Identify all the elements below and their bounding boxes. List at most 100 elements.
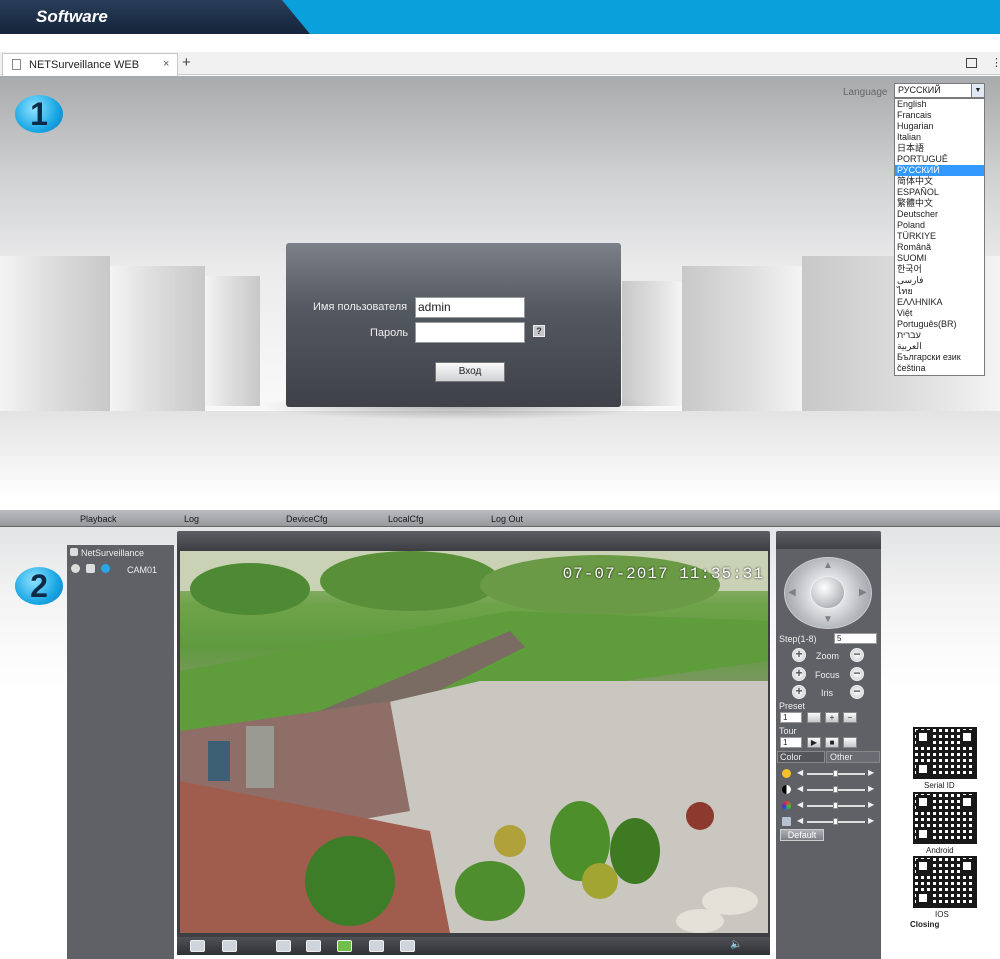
language-label: Language: [843, 87, 888, 98]
menu-icon[interactable]: ⋮: [991, 56, 1000, 69]
iris-plus-button[interactable]: +: [792, 685, 806, 699]
new-tab-button[interactable]: +: [182, 54, 191, 71]
language-option[interactable]: TÜRKIYE: [895, 231, 984, 242]
username-input[interactable]: admin: [415, 297, 525, 318]
preset-add-button[interactable]: +: [825, 712, 839, 723]
iris-label: Iris: [821, 688, 833, 698]
camera-item[interactable]: CAM01: [127, 565, 157, 575]
language-option[interactable]: ESPAÑOL: [895, 187, 984, 198]
default-button[interactable]: Default: [780, 829, 824, 841]
language-option[interactable]: ไทย: [895, 286, 984, 297]
zoom-out-button[interactable]: −: [850, 648, 864, 662]
contrast-icon: [782, 785, 791, 794]
slider-left-arrow[interactable]: ◀: [797, 800, 803, 809]
language-option[interactable]: Română: [895, 242, 984, 253]
language-option[interactable]: Български език: [895, 352, 984, 363]
step-select[interactable]: 5: [834, 633, 877, 644]
previous-icon[interactable]: [276, 940, 291, 952]
menu-devicecfg[interactable]: DeviceCfg: [286, 514, 328, 524]
close-icon[interactable]: ×: [163, 58, 169, 70]
language-option[interactable]: Poland: [895, 220, 984, 231]
language-option[interactable]: العربية: [895, 341, 984, 352]
slider-knob[interactable]: [833, 818, 838, 825]
login-button[interactable]: Вход: [435, 362, 505, 382]
iris-minus-button[interactable]: −: [850, 685, 864, 699]
contrast-slider[interactable]: [807, 786, 865, 793]
menu-logout[interactable]: Log Out: [491, 514, 523, 524]
arrow-left-icon[interactable]: ◀: [788, 587, 796, 598]
menu-log[interactable]: Log: [184, 514, 199, 524]
language-option[interactable]: 繁體中文: [895, 198, 984, 209]
preset-input[interactable]: 1: [780, 712, 802, 723]
slider-knob[interactable]: [833, 802, 838, 809]
browser-tab[interactable]: NETSurveillance WEB ×: [2, 53, 178, 76]
language-option[interactable]: فارسی: [895, 275, 984, 286]
stream-icon[interactable]: [86, 564, 96, 573]
language-option[interactable]: Deutscher: [895, 209, 984, 220]
hue-slider[interactable]: [807, 818, 865, 825]
wall-left-1: [0, 256, 110, 416]
speaker-icon[interactable]: 🔈: [730, 939, 742, 950]
language-option[interactable]: Francais: [895, 110, 984, 121]
language-option[interactable]: 日本語: [895, 143, 984, 154]
focus-minus-button[interactable]: −: [850, 667, 864, 681]
record-icon[interactable]: [306, 940, 321, 952]
saturation-slider[interactable]: [807, 802, 865, 809]
language-option[interactable]: עברית: [895, 330, 984, 341]
language-option[interactable]: Hugarian: [895, 121, 984, 132]
slider-right-arrow[interactable]: ▶: [868, 800, 874, 809]
preset-goto-icon[interactable]: [807, 712, 821, 723]
language-option[interactable]: čeština: [895, 363, 984, 374]
slider-left-arrow[interactable]: ◀: [797, 816, 803, 825]
tour-input[interactable]: 1: [780, 737, 802, 748]
tour-stop-button[interactable]: ■: [825, 737, 839, 748]
ptz-center-button[interactable]: [810, 576, 845, 609]
language-option[interactable]: ΕΛΛΗΝΙΚΑ: [895, 297, 984, 308]
fullscreen-icon[interactable]: [190, 940, 205, 952]
password-input[interactable]: [415, 322, 525, 343]
brightness-slider[interactable]: [807, 770, 865, 777]
language-option[interactable]: PORTUGUÊ: [895, 154, 984, 165]
arrow-up-icon[interactable]: ▲: [823, 560, 833, 571]
language-option[interactable]: SUOMI: [895, 253, 984, 264]
language-dropdown-list[interactable]: English Francais Hugarian Italian 日本語 PO…: [894, 98, 985, 376]
language-option[interactable]: 한국어: [895, 264, 984, 275]
play-icon[interactable]: [101, 564, 111, 573]
camera-video-feed[interactable]: 07-07-2017 11:35:31: [180, 551, 768, 933]
snapshot-icon[interactable]: [337, 940, 352, 952]
slider-left-arrow[interactable]: ◀: [797, 784, 803, 793]
split-screen-icon[interactable]: [222, 940, 237, 952]
tour-play-button[interactable]: ▶: [807, 737, 821, 748]
menu-localcfg[interactable]: LocalCfg: [388, 514, 424, 524]
tree-root[interactable]: NetSurveillance: [70, 548, 144, 558]
zoom-in-button[interactable]: +: [792, 648, 806, 662]
next-icon[interactable]: [369, 940, 384, 952]
language-option[interactable]: Português(BR): [895, 319, 984, 330]
window-icon[interactable]: [966, 58, 977, 68]
language-option[interactable]: 简体中文: [895, 176, 984, 187]
focus-plus-button[interactable]: +: [792, 667, 806, 681]
arrow-right-icon[interactable]: ▶: [859, 587, 867, 598]
ios-qr-code: [913, 856, 977, 908]
chevron-down-icon[interactable]: ▼: [971, 84, 984, 97]
language-option[interactable]: Italian: [895, 132, 984, 143]
talk-icon[interactable]: [400, 940, 415, 952]
language-select[interactable]: РУССКИЙ ▼: [894, 83, 985, 98]
slider-knob[interactable]: [833, 786, 838, 793]
record-icon[interactable]: [71, 564, 80, 573]
language-option[interactable]: English: [895, 99, 984, 110]
arrow-down-icon[interactable]: ▼: [823, 614, 833, 625]
help-icon[interactable]: ?: [533, 325, 545, 337]
slider-knob[interactable]: [833, 770, 838, 777]
menu-playback[interactable]: Playback: [80, 514, 117, 524]
tab-other[interactable]: Other: [826, 751, 880, 763]
language-option-selected[interactable]: РУССКИЙ: [895, 165, 984, 176]
tab-color[interactable]: Color: [777, 751, 825, 763]
slider-right-arrow[interactable]: ▶: [868, 784, 874, 793]
preset-remove-button[interactable]: −: [843, 712, 857, 723]
slider-right-arrow[interactable]: ▶: [868, 768, 874, 777]
slider-right-arrow[interactable]: ▶: [868, 816, 874, 825]
language-option[interactable]: Việt: [895, 308, 984, 319]
slider-left-arrow[interactable]: ◀: [797, 768, 803, 777]
tour-grid-icon[interactable]: [843, 737, 857, 748]
